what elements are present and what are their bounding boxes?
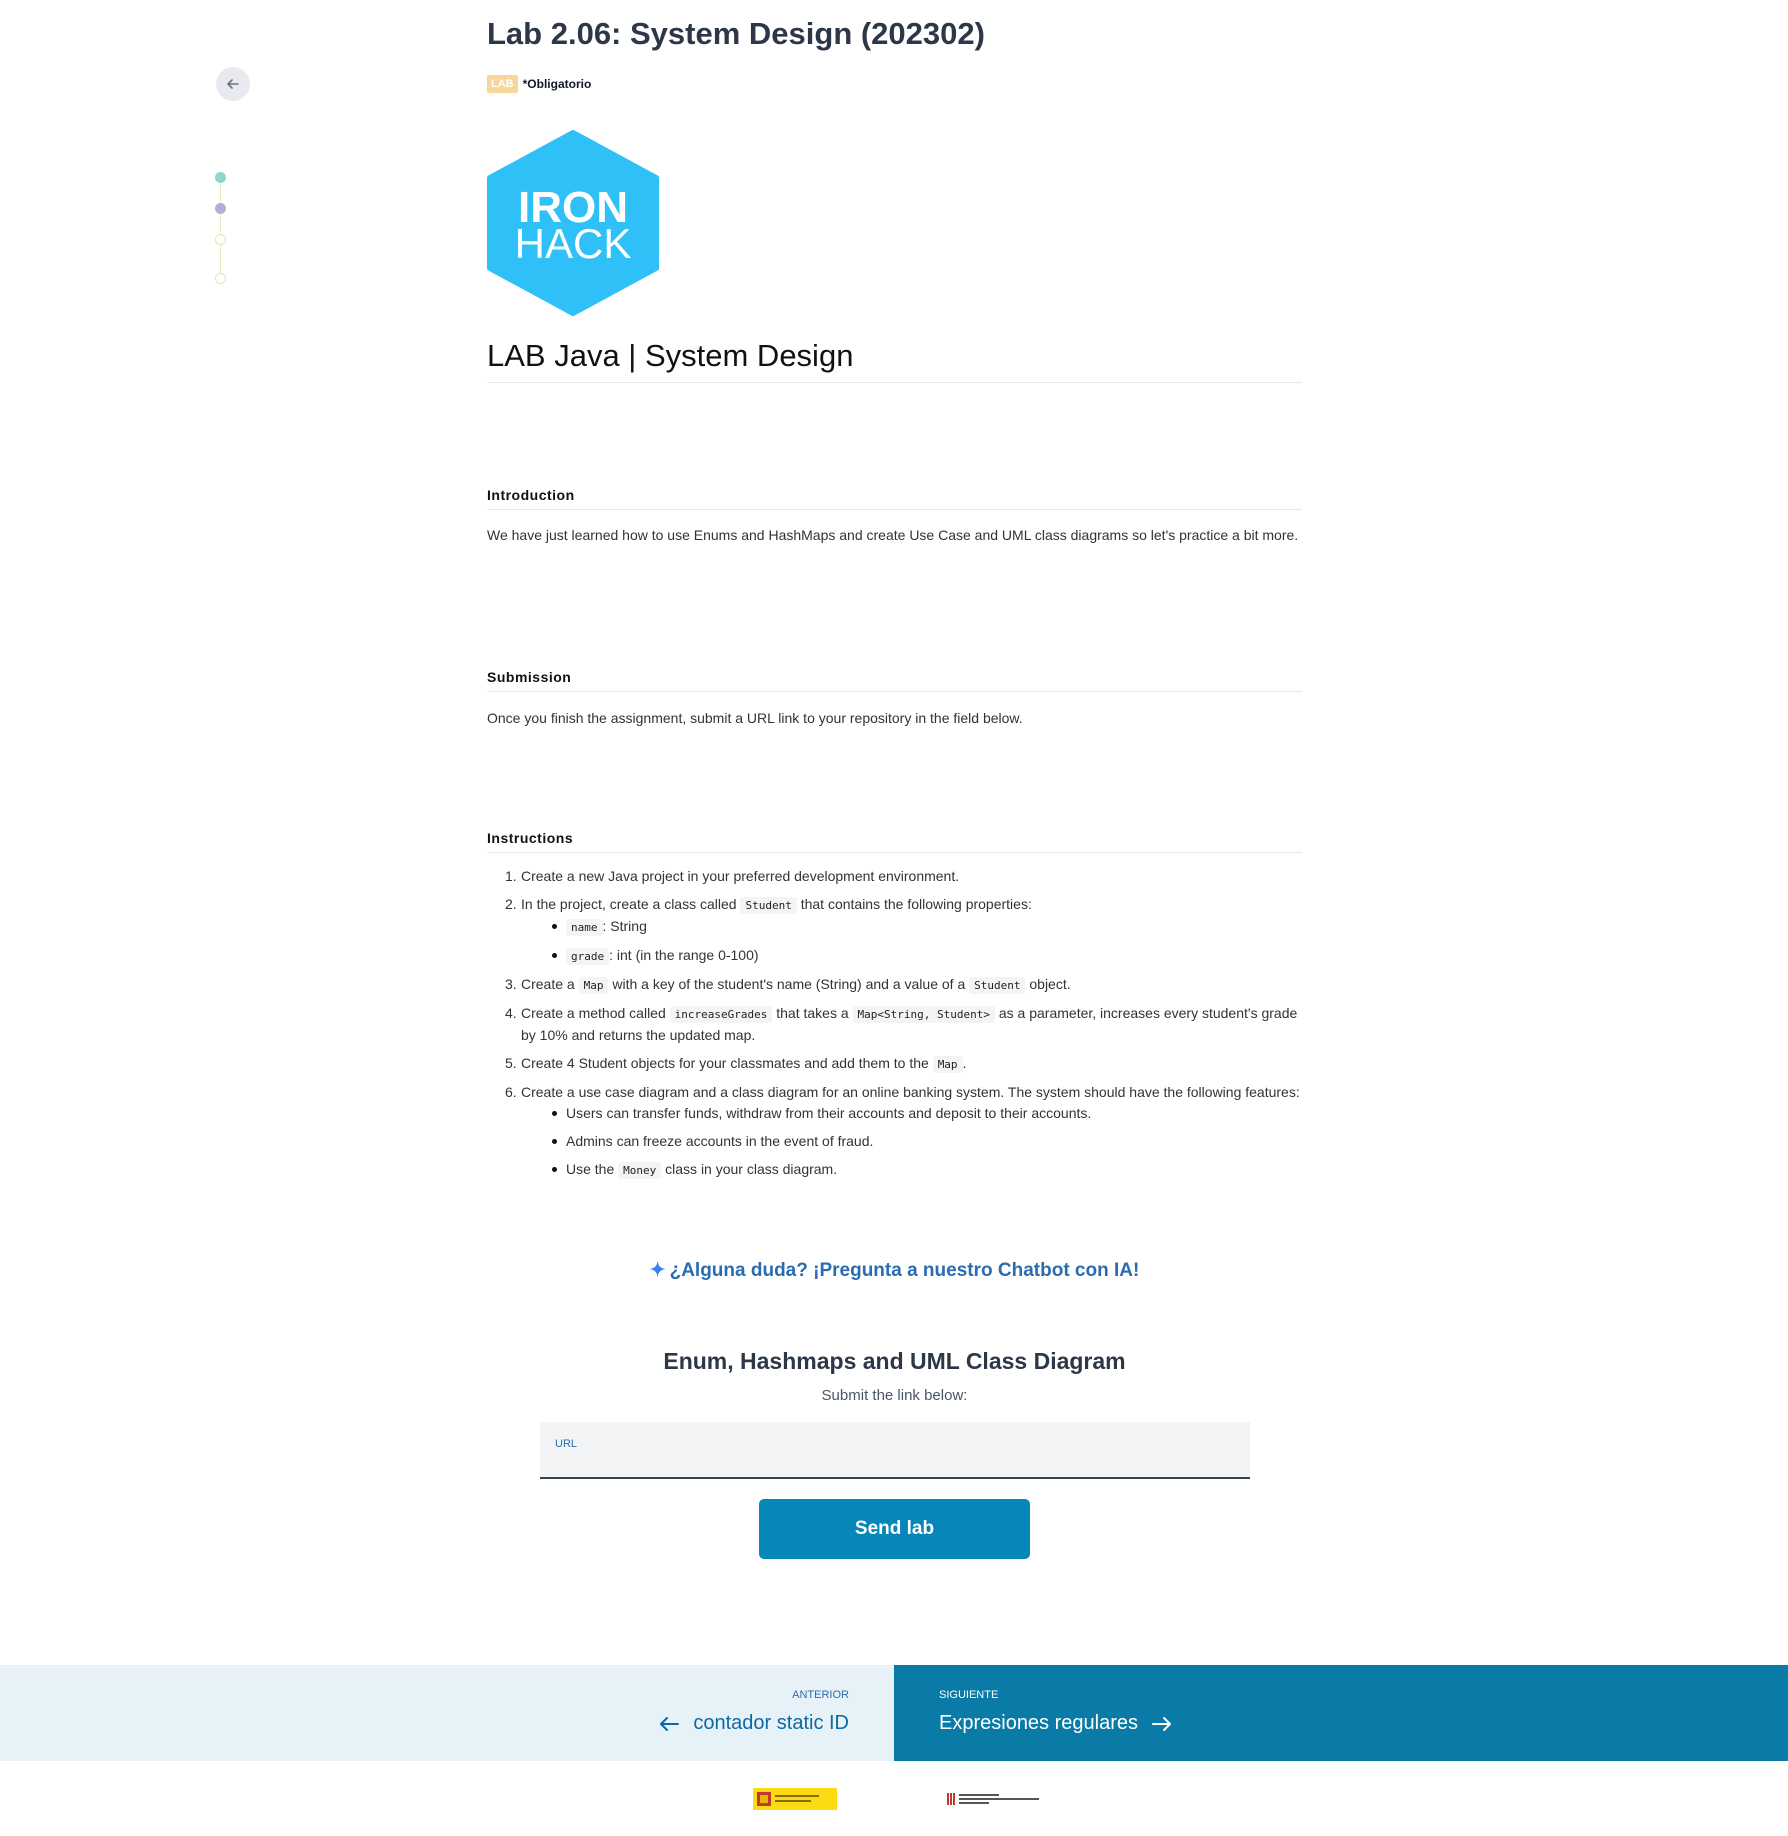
generalitat-logo: [947, 1791, 1043, 1807]
chatbot-link-text: ¿Alguna duda? ¡Pregunta a nuestro Chatbo…: [669, 1260, 1140, 1281]
list-item: 3. Create a Map with a key of the studen…: [505, 976, 1071, 994]
progress-step-dot[interactable]: [215, 234, 226, 245]
arrow-left-icon: [660, 1716, 680, 1731]
previous-link-row: contador static ID: [659, 1712, 849, 1735]
submission-text: Once you finish the assignment, submit a…: [487, 710, 1023, 726]
lab-badge: LAB: [487, 75, 518, 93]
chatbot-link[interactable]: ✦ ¿Alguna duda? ¡Pregunta a nuestro Chatb…: [487, 1259, 1302, 1282]
url-field[interactable]: URL: [540, 1422, 1250, 1479]
features-list: Users can transfer funds, withdraw from …: [521, 1103, 1302, 1181]
inline-code: Student: [969, 977, 1026, 994]
inline-code: name: [566, 919, 603, 936]
properties-list: name: String grade: int (in the range 0-…: [521, 916, 1302, 967]
introduction-heading: Introduction: [487, 487, 1302, 510]
list-item: 1. Create a new Java project in your pre…: [505, 868, 960, 884]
next-lesson-link[interactable]: SIGUIENTE Expresiones regulares: [894, 1665, 1788, 1761]
url-input[interactable]: [555, 1452, 1235, 1474]
instructions-heading: Instructions: [487, 830, 1302, 853]
previous-kicker: ANTERIOR: [792, 1689, 849, 1701]
inline-code: Map<String, Student>: [852, 1006, 995, 1023]
submission-heading: Submission: [487, 669, 1302, 692]
ministry-logo: [753, 1788, 837, 1810]
list-item: 6. Create a use case diagram and a class…: [487, 1082, 1302, 1181]
inline-code: increaseGrades: [669, 1006, 773, 1023]
previous-lesson-title: contador static ID: [693, 1712, 849, 1734]
next-kicker: SIGUIENTE: [939, 1689, 999, 1701]
list-item: Admins can freeze accounts in the event …: [521, 1131, 1302, 1152]
next-lesson-title: Expresiones regulares: [939, 1712, 1138, 1734]
progress-rail: [215, 172, 227, 286]
lab-heading: LAB Java | System Design: [487, 338, 1302, 383]
inline-code: Money: [618, 1162, 662, 1179]
progress-rail-line: [220, 178, 221, 282]
list-item: 4. Create a method called increaseGrades…: [505, 1005, 1298, 1043]
list-item: grade: int (in the range 0-100): [521, 945, 1302, 967]
next-link-row: Expresiones regulares: [939, 1712, 1172, 1735]
logo-text-line2: HACK: [515, 220, 632, 267]
inline-code: grade: [566, 948, 610, 965]
ironhack-logo: IRON HACK: [487, 130, 659, 316]
inline-code: Student: [740, 897, 797, 914]
send-lab-button[interactable]: Send lab: [759, 1499, 1030, 1559]
lesson-pager: ANTERIOR contador static ID SIGUIENTE Ex…: [0, 1665, 1788, 1761]
arrow-right-icon: [1152, 1716, 1171, 1731]
sparkles-icon: ✦: [649, 1260, 666, 1281]
progress-step-dot[interactable]: [215, 273, 226, 284]
lab-page: Lab 2.06: System Design (202302) LAB *Ob…: [0, 0, 1788, 1836]
progress-step-current-dot[interactable]: [215, 203, 226, 214]
submit-title: Enum, Hashmaps and UML Class Diagram: [663, 1348, 1126, 1374]
previous-lesson-link[interactable]: ANTERIOR contador static ID: [0, 1665, 894, 1761]
list-item: name: String: [521, 916, 1302, 938]
progress-step-completed-dot[interactable]: [215, 172, 226, 183]
url-field-label: URL: [555, 1438, 578, 1450]
back-button[interactable]: [216, 67, 250, 101]
page-title: Lab 2.06: System Design (202302): [487, 16, 985, 51]
introduction-text: We have just learned how to use Enums an…: [487, 527, 1299, 543]
list-item: Users can transfer funds, withdraw from …: [521, 1103, 1302, 1124]
list-item: 2. In the project, create a class called…: [487, 894, 1302, 967]
required-label: *Obligatorio: [522, 77, 592, 91]
list-item: 5. Create 4 Student objects for your cla…: [505, 1055, 967, 1073]
instructions-list: 1. Create a new Java project in your pre…: [487, 866, 1302, 1188]
inline-code: Map: [578, 977, 609, 994]
list-item: Use the Money class in your class diagra…: [521, 1159, 1302, 1181]
lab-meta: LAB *Obligatorio: [487, 75, 591, 93]
arrow-left-icon: [227, 79, 239, 89]
submit-subtitle: Submit the link below:: [821, 1387, 968, 1404]
inline-code: Map: [932, 1056, 963, 1073]
